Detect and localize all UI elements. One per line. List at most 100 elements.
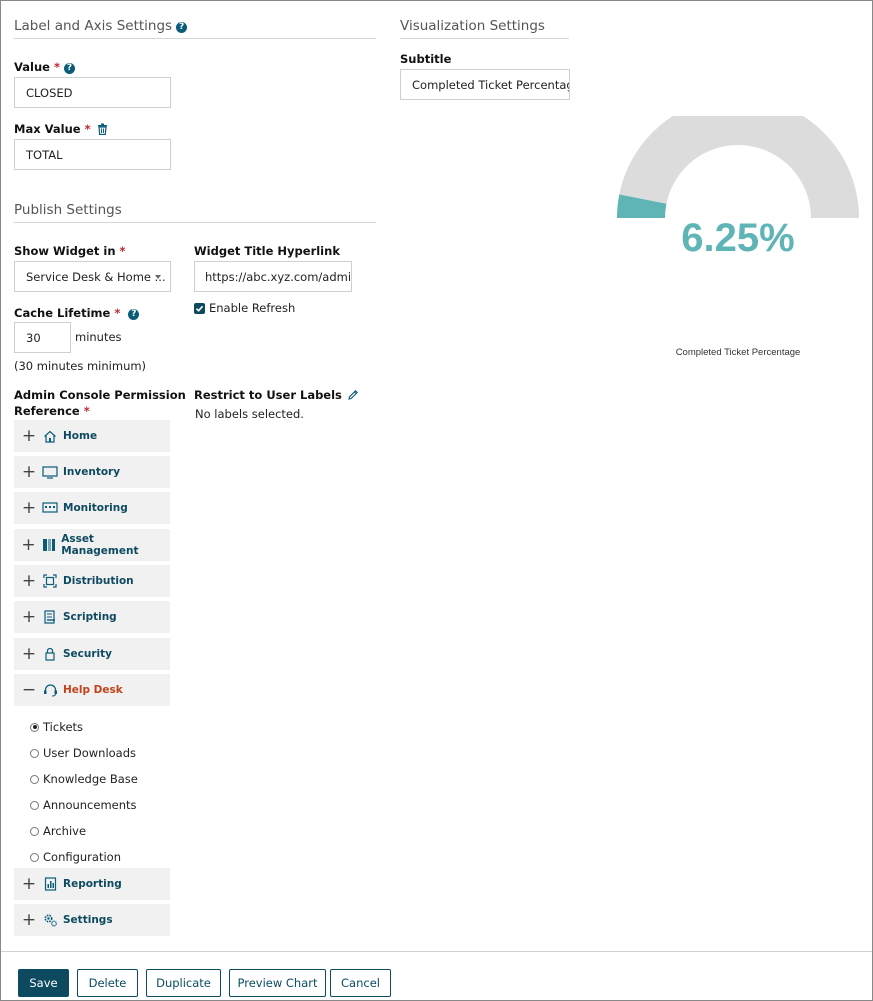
plus-icon[interactable]: + bbox=[16, 462, 42, 482]
permission-item-home[interactable]: + Home bbox=[14, 420, 170, 452]
cache-lifetime-input[interactable]: 30 bbox=[14, 322, 71, 353]
gauge-caption: Completed Ticket Percentage bbox=[675, 347, 801, 358]
show-widget-select[interactable]: Service Desk & Home ... bbox=[14, 261, 171, 292]
permission-item-reporting[interactable]: + Reporting bbox=[14, 868, 170, 900]
lock-icon bbox=[42, 647, 58, 661]
value-input[interactable]: CLOSED bbox=[14, 77, 171, 108]
plus-icon[interactable]: + bbox=[16, 874, 42, 894]
enable-refresh-row[interactable]: Enable Refresh bbox=[194, 301, 295, 315]
radio-label: Configuration bbox=[43, 850, 121, 864]
checkbox-checked-icon[interactable] bbox=[194, 302, 205, 314]
value-label: Value *? bbox=[14, 60, 75, 74]
permission-item-distribution[interactable]: + Distribution bbox=[14, 565, 170, 597]
visualization-settings-title: Visualization Settings bbox=[400, 18, 545, 34]
chevron-down-icon bbox=[155, 275, 161, 279]
value-label-text: Value bbox=[14, 60, 50, 74]
scripting-icon bbox=[42, 610, 58, 624]
permission-item-label: Reporting bbox=[63, 878, 122, 890]
label-axis-settings-title: Label and Axis Settings? bbox=[14, 18, 188, 34]
label-axis-settings-text: Label and Axis Settings bbox=[14, 18, 173, 34]
radio-icon[interactable] bbox=[30, 826, 39, 836]
max-value-input[interactable]: TOTAL bbox=[14, 139, 171, 170]
headset-icon bbox=[42, 683, 58, 697]
subtitle-input[interactable]: Completed Ticket Percentage bbox=[400, 69, 570, 100]
cache-unit: minutes bbox=[75, 330, 122, 344]
cancel-button[interactable]: Cancel bbox=[330, 969, 391, 997]
enable-refresh-label: Enable Refresh bbox=[209, 301, 296, 315]
footer-divider bbox=[1, 951, 872, 952]
permission-item-help-desk[interactable]: − Help Desk bbox=[14, 674, 170, 706]
asset-icon bbox=[41, 538, 56, 552]
cache-lifetime-label-text: Cache Lifetime bbox=[14, 306, 111, 320]
permission-label: Admin Console Permission Reference * bbox=[14, 387, 186, 419]
hyperlink-input-text: https://abc.xyz.com/admin bbox=[205, 269, 352, 284]
radio-icon[interactable] bbox=[30, 774, 39, 784]
radio-selected-icon[interactable] bbox=[30, 722, 39, 732]
permission-item-label: Monitoring bbox=[63, 502, 128, 514]
plus-icon[interactable]: + bbox=[16, 910, 42, 930]
required-marker: * bbox=[84, 122, 91, 136]
radio-tickets[interactable]: Tickets bbox=[30, 720, 83, 734]
restrict-labels-label: Restrict to User Labels bbox=[194, 388, 359, 402]
radio-user-downloads[interactable]: User Downloads bbox=[30, 746, 136, 760]
radio-icon[interactable] bbox=[30, 748, 39, 758]
required-marker: * bbox=[83, 404, 90, 418]
radio-icon[interactable] bbox=[30, 852, 39, 862]
required-marker: * bbox=[119, 244, 126, 258]
help-icon[interactable]: ? bbox=[64, 63, 75, 74]
permission-item-inventory[interactable]: + Inventory bbox=[14, 456, 170, 488]
hyperlink-label: Widget Title Hyperlink bbox=[194, 244, 340, 258]
help-icon[interactable]: ? bbox=[128, 309, 140, 320]
reporting-icon bbox=[42, 877, 58, 891]
hyperlink-input[interactable]: https://abc.xyz.com/admin bbox=[194, 261, 352, 292]
radio-label: Announcements bbox=[43, 798, 137, 812]
permission-item-label: Scripting bbox=[63, 611, 117, 623]
radio-configuration[interactable]: Configuration bbox=[30, 850, 121, 864]
trash-icon[interactable] bbox=[97, 123, 108, 135]
plus-icon[interactable]: + bbox=[16, 498, 42, 518]
permission-item-monitoring[interactable]: + Monitoring bbox=[14, 492, 170, 524]
minus-icon[interactable]: − bbox=[16, 680, 42, 700]
show-widget-select-text: Service Desk & Home ... bbox=[26, 269, 166, 284]
required-marker: * bbox=[114, 306, 121, 320]
permission-item-settings[interactable]: + Settings bbox=[14, 904, 170, 936]
save-button[interactable]: Save bbox=[18, 969, 69, 997]
max-value-label-text: Max Value bbox=[14, 122, 81, 136]
show-widget-label-text: Show Widget in bbox=[14, 244, 116, 258]
permission-item-security[interactable]: + Security bbox=[14, 638, 170, 670]
plus-icon[interactable]: + bbox=[16, 535, 41, 555]
radio-label: Archive bbox=[43, 824, 87, 838]
radio-label: User Downloads bbox=[43, 746, 137, 760]
plus-icon[interactable]: + bbox=[16, 644, 42, 664]
radio-knowledge-base[interactable]: Knowledge Base bbox=[30, 772, 138, 786]
monitoring-icon bbox=[42, 501, 58, 515]
distribution-icon bbox=[42, 574, 58, 588]
delete-button[interactable]: Delete bbox=[77, 969, 138, 997]
restrict-labels-label-text: Restrict to User Labels bbox=[194, 388, 342, 402]
required-marker: * bbox=[53, 60, 60, 74]
gears-icon bbox=[42, 913, 58, 927]
permission-item-asset-management[interactable]: + Asset Management bbox=[14, 529, 170, 561]
value-input-text: CLOSED bbox=[26, 85, 73, 100]
permission-item-label: Home bbox=[63, 430, 98, 442]
permission-item-label: Distribution bbox=[63, 575, 134, 587]
preview-chart-button[interactable]: Preview Chart bbox=[229, 969, 326, 997]
cache-note: (30 minutes minimum) bbox=[14, 359, 147, 373]
radio-icon[interactable] bbox=[30, 800, 39, 810]
plus-icon[interactable]: + bbox=[16, 426, 42, 446]
no-labels-text: No labels selected. bbox=[195, 407, 304, 421]
duplicate-button[interactable]: Duplicate bbox=[146, 969, 221, 997]
permission-item-scripting[interactable]: + Scripting bbox=[14, 601, 170, 633]
plus-icon[interactable]: + bbox=[16, 571, 42, 591]
radio-announcements[interactable]: Announcements bbox=[30, 798, 137, 812]
visualization-divider bbox=[400, 38, 569, 39]
radio-archive[interactable]: Archive bbox=[30, 824, 86, 838]
help-icon[interactable]: ? bbox=[176, 22, 188, 33]
widget-editor-panel: Label and Axis Settings? Value *? CLOSED… bbox=[0, 0, 873, 1001]
cache-lifetime-label: Cache Lifetime *? bbox=[14, 306, 140, 320]
plus-icon[interactable]: + bbox=[16, 607, 42, 627]
pencil-icon[interactable] bbox=[347, 389, 359, 401]
permission-item-label: Help Desk bbox=[63, 684, 123, 696]
publish-settings-title: Publish Settings bbox=[14, 202, 122, 218]
monitor-icon bbox=[42, 465, 58, 479]
